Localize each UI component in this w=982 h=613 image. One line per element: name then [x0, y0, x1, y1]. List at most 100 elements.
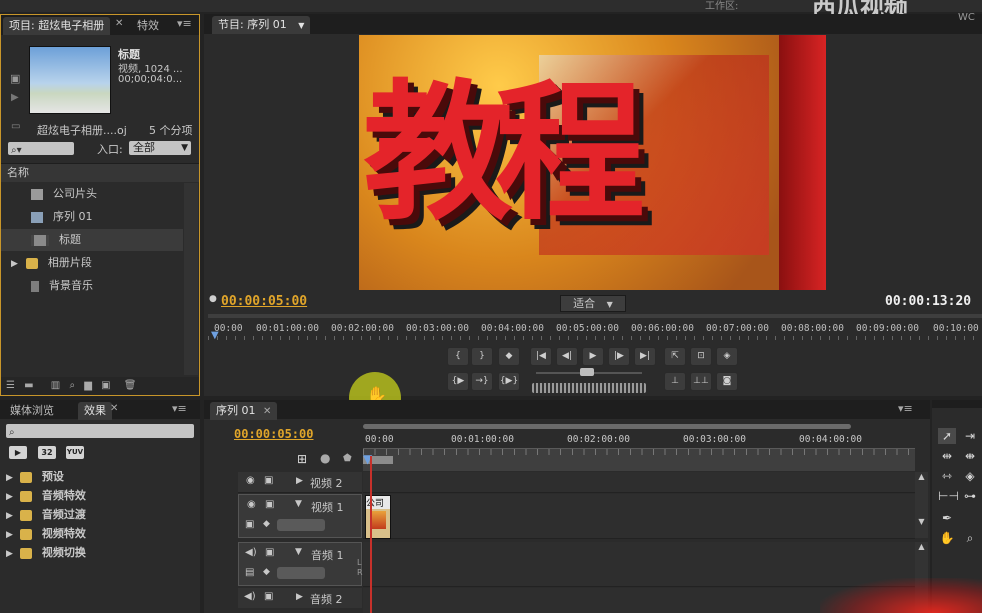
effects-folder-video-effects[interactable]: ▶ 视频特效	[0, 524, 184, 543]
chevron-down-icon[interactable]: ▼	[298, 21, 304, 30]
effects-folder-audio-transitions[interactable]: ▶ 音频过渡	[0, 505, 184, 524]
track-select-tool-icon[interactable]: ⇥	[961, 428, 979, 444]
new-item-icon[interactable]: ▣	[101, 380, 110, 391]
marker-button[interactable]: ◆	[498, 347, 520, 366]
playhead-line[interactable]	[370, 456, 372, 613]
speaker-icon[interactable]: ◀)	[245, 547, 257, 558]
tab-effects-mini[interactable]: 特效	[131, 17, 165, 35]
zoom-tool-icon[interactable]: ⌕	[961, 530, 979, 546]
keyframe-navigator[interactable]	[277, 567, 325, 579]
delete-icon[interactable]: 🗑	[124, 380, 137, 391]
effects-search-input[interactable]: ⌕	[6, 424, 194, 438]
safe-margins-button[interactable]: {▶}	[498, 372, 520, 391]
rolling-edit-tool-icon[interactable]: ⇼	[961, 448, 979, 464]
lock-icon[interactable]: ▣	[264, 591, 273, 602]
automate-icon[interactable]: ▥	[51, 380, 60, 391]
rate-stretch-tool-icon[interactable]: ⇿	[938, 468, 956, 484]
list-item-bg-music[interactable]: 背景音乐	[1, 275, 183, 297]
marker-icon[interactable]: ⬟	[343, 453, 352, 464]
loop-button[interactable]: →}	[471, 372, 493, 391]
keyframe-navigator[interactable]	[277, 519, 325, 531]
play-button[interactable]: ▶	[582, 347, 604, 366]
list-item-sequence-01[interactable]: 序列 01	[1, 206, 183, 228]
step-back-button[interactable]: ◀|	[556, 347, 578, 366]
panel-menu-icon[interactable]: ▾≡	[898, 402, 913, 415]
hand-tool-icon[interactable]: ✋	[938, 530, 956, 546]
entry-select[interactable]: 全部 ▼	[129, 141, 191, 155]
search-input[interactable]: ⌕▾	[8, 142, 74, 156]
insert-button[interactable]: ⊥⊥	[690, 372, 712, 391]
scrollbar[interactable]	[184, 183, 198, 375]
expand-icon[interactable]: ▶	[296, 476, 303, 486]
display-style-icon[interactable]: ▣	[245, 519, 254, 530]
camera-button[interactable]: ◙	[716, 372, 738, 391]
scroll-up-icon[interactable]: ▲	[915, 472, 928, 481]
collapse-icon[interactable]: ▼	[295, 499, 302, 509]
play-icon[interactable]: ▶	[11, 92, 19, 103]
effects-folder-presets[interactable]: ▶ 预设	[0, 467, 184, 486]
effects-folder-audio-effects[interactable]: ▶ 音频特效	[0, 486, 184, 505]
panel-menu-icon[interactable]: ▾≡	[172, 402, 187, 415]
play-in-to-out-button[interactable]: {▶	[447, 372, 469, 391]
jog-wheel[interactable]	[532, 383, 646, 393]
waveform-icon[interactable]: ▤	[245, 567, 254, 578]
scrollbar-monitor[interactable]: WC	[958, 12, 975, 23]
timeline-timecode[interactable]: 00:00:05:00	[234, 427, 313, 441]
list-header[interactable]: 名称	[1, 163, 199, 182]
step-forward-button[interactable]: |▶	[608, 347, 630, 366]
find-icon[interactable]: ⌕	[69, 380, 75, 391]
list-view-icon[interactable]: ☰	[6, 380, 15, 391]
close-icon[interactable]: ✕	[263, 406, 271, 417]
list-item-album-clips[interactable]: ▶ 相册片段	[1, 252, 183, 274]
close-icon[interactable]: ✕	[115, 18, 123, 29]
expand-icon[interactable]: ▶	[11, 259, 18, 269]
accelerated-effects-button[interactable]: ▶	[9, 446, 27, 459]
shuttle-knob[interactable]	[580, 368, 594, 376]
lock-icon[interactable]: ▣	[265, 499, 274, 510]
expand-icon[interactable]: ▶	[6, 492, 13, 502]
close-icon[interactable]: ✕	[110, 403, 118, 414]
current-timecode[interactable]: 00:00:05:00	[221, 294, 307, 309]
goto-out-button[interactable]: ▶|	[634, 347, 656, 366]
preset-yuv-button[interactable]: YUV	[66, 446, 84, 459]
tab-effects[interactable]: 效果	[78, 402, 112, 420]
scroll-up-icon[interactable]: ▲	[915, 542, 928, 551]
playhead-marker[interactable]: ▼	[211, 330, 219, 341]
list-item-title[interactable]: 标题	[1, 229, 183, 251]
eye-icon[interactable]: ◉	[247, 499, 256, 510]
pen-tool-icon[interactable]: ✒	[938, 510, 956, 526]
scrollbar-video[interactable]: ▲ ▼	[915, 472, 928, 538]
extract-button[interactable]: ⊡	[690, 347, 712, 366]
keyframe-icon[interactable]: ●	[320, 451, 330, 465]
export-frame-button[interactable]: ◈	[716, 347, 738, 366]
fit-select[interactable]: 适合 ▼	[560, 295, 626, 312]
preset-32bit-button[interactable]: 32	[38, 446, 56, 459]
goto-in-button[interactable]: |◀	[530, 347, 552, 366]
collapse-icon[interactable]: ▼	[295, 547, 302, 557]
tab-program[interactable]: 节目: 序列 01 ▼	[212, 16, 311, 34]
expand-icon[interactable]: ▶	[6, 473, 13, 483]
tab-project[interactable]: 项目: 超炫电子相册	[3, 17, 111, 35]
tab-sequence[interactable]: 序列 01 ✕	[210, 402, 278, 420]
monitor-ruler[interactable]: 00:00 00:01:00:00 00:02:00:00 00:03:00:0…	[208, 314, 982, 342]
list-item-company-intro[interactable]: 公司片头	[1, 183, 183, 205]
keyframe-nav-icon[interactable]: ◆	[263, 567, 270, 577]
keyframe-nav-icon[interactable]: ◆	[263, 519, 270, 529]
mark-out-button[interactable]: }	[471, 347, 493, 366]
mark-in-button[interactable]: {	[447, 347, 469, 366]
razor-tool-icon[interactable]: ◈	[961, 468, 979, 484]
expand-icon[interactable]: ▶	[6, 530, 13, 540]
timeline-ruler[interactable]: 00:00 00:01:00:00 00:02:00:00 00:03:00:0…	[363, 424, 915, 471]
slide-tool-icon[interactable]: ⊶	[961, 488, 979, 504]
expand-icon[interactable]: ▶	[6, 511, 13, 521]
lock-icon[interactable]: ▣	[265, 547, 274, 558]
shuttle-slider[interactable]	[530, 368, 648, 378]
eye-icon[interactable]: ◉	[246, 475, 255, 486]
ripple-edit-tool-icon[interactable]: ⇹	[938, 448, 956, 464]
lift-button[interactable]: ⇱	[664, 347, 686, 366]
expand-icon[interactable]: ▶	[6, 549, 13, 559]
new-bin-icon[interactable]: ▆	[84, 380, 92, 391]
expand-icon[interactable]: ▶	[296, 592, 303, 602]
icon-view-icon[interactable]: ▬	[24, 380, 33, 391]
panel-menu-icon[interactable]: ▾≡	[177, 17, 192, 30]
